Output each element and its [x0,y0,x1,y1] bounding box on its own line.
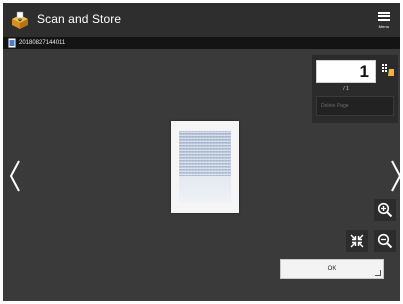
delete-page-button[interactable]: Delete Page [316,96,394,116]
zoom-out-button[interactable] [374,230,396,252]
collapse-arrows-icon [350,234,364,248]
file-info-bar: 20180827144011 [3,37,400,49]
zoom-in-button[interactable] [374,199,396,221]
document-icon [8,38,16,48]
ok-label: OK [327,266,337,272]
scanned-page-image [171,121,239,213]
menu-label: Menu [378,23,390,29]
zoom-in-icon [377,202,393,218]
corner-indicator-icon [375,270,381,276]
file-name: 20180827144011 [19,40,66,46]
page-preview-thumbnail [171,121,239,213]
page-number-input[interactable]: 1 [316,60,376,83]
previous-page-arrow-icon[interactable] [8,159,22,193]
ok-button[interactable]: OK [280,259,384,279]
scan-and-store-screen: Scan and Store Menu 20180827144011 1 / 1… [3,3,400,301]
menu-button[interactable]: Menu [368,3,400,37]
page-total: / 1 [343,86,349,92]
scan-store-app-icon [12,11,28,29]
menu-icon [378,11,390,21]
fit-to-screen-button[interactable] [346,230,368,252]
app-title: Scan and Store [37,12,122,26]
page-jump-icon[interactable] [381,63,395,77]
next-page-arrow-icon[interactable] [389,159,400,193]
page-control-panel: 1 / 1 Delete Page [312,55,398,123]
header-bar: Scan and Store Menu [3,3,400,37]
zoom-out-icon [377,233,393,249]
